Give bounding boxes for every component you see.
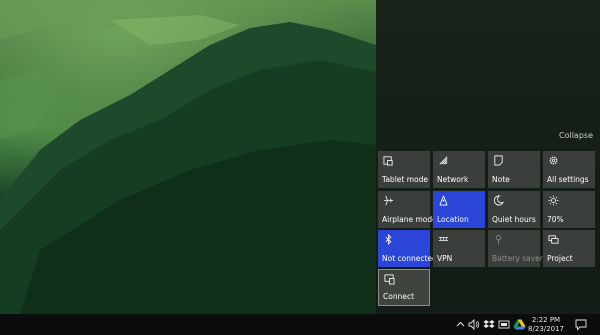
tile-quiet-hours[interactable]: Quiet hours — [488, 191, 540, 228]
bluetooth-icon — [385, 234, 392, 245]
battery-saver-icon — [495, 234, 502, 245]
gear-icon — [549, 156, 558, 165]
tile-bluetooth[interactable]: Not connected — [378, 230, 437, 267]
tile-location[interactable]: Location — [433, 191, 485, 228]
tile-label: VPN — [437, 254, 453, 263]
moon-icon — [493, 195, 504, 206]
tile-network[interactable]: Network — [433, 151, 485, 188]
tile-label: Battery saver — [492, 254, 543, 263]
dropbox-tray-button[interactable] — [483, 318, 495, 331]
tile-label: Location — [437, 215, 469, 224]
tile-vpn[interactable]: VPN — [433, 230, 485, 267]
show-hidden-icons-button[interactable] — [456, 318, 465, 331]
airplane-icon — [383, 195, 394, 206]
clock-date: 8/23/2017 — [528, 325, 564, 333]
tile-project[interactable]: Project — [543, 230, 595, 267]
tile-label: Network — [437, 175, 469, 184]
tile-label: Project — [547, 254, 573, 263]
tablet-mode-icon — [383, 156, 393, 166]
tile-label: Tablet mode — [382, 175, 428, 184]
taskbar-clock[interactable]: 2:22 PM 8/23/2017 — [521, 314, 571, 335]
tile-label: Not connected — [382, 254, 437, 263]
connect-icon — [384, 274, 395, 285]
tile-label: 70% — [547, 215, 564, 224]
notification-icon — [575, 319, 587, 331]
location-icon — [439, 195, 448, 206]
tile-label: Quiet hours — [492, 215, 536, 224]
tile-all-settings[interactable]: All settings — [543, 151, 595, 188]
network-icon — [439, 156, 448, 165]
volume-icon — [468, 318, 480, 331]
tile-airplane-mode[interactable]: Airplane mode — [378, 191, 437, 228]
project-icon — [548, 235, 559, 244]
volume-button[interactable] — [468, 318, 480, 331]
clock-time: 2:22 PM — [531, 316, 561, 324]
tile-connect[interactable]: Connect — [378, 269, 430, 306]
tile-tablet-mode[interactable]: Tablet mode — [378, 151, 430, 188]
tile-label: Connect — [383, 292, 415, 301]
taskbar: 2:22 PM 8/23/2017 — [0, 314, 600, 335]
action-center-panel: Collapse Tablet mode Network Note All se… — [376, 0, 600, 314]
tile-brightness[interactable]: 70% — [543, 191, 595, 228]
vpn-icon — [438, 237, 449, 241]
tile-note[interactable]: Note — [488, 151, 540, 188]
brightness-icon — [548, 195, 559, 206]
collapse-link[interactable]: Collapse — [559, 131, 593, 140]
action-center-button[interactable] — [575, 318, 587, 331]
network-status-icon — [498, 320, 510, 329]
tile-label: All settings — [547, 175, 589, 184]
chevron-up-icon — [456, 321, 465, 327]
dropbox-icon — [483, 320, 495, 328]
network-tray-button[interactable] — [498, 318, 510, 331]
tile-battery-saver[interactable]: Battery saver — [488, 230, 543, 267]
note-icon — [494, 155, 503, 166]
tile-label: Note — [492, 175, 510, 184]
tile-label: Airplane mode — [382, 215, 437, 224]
